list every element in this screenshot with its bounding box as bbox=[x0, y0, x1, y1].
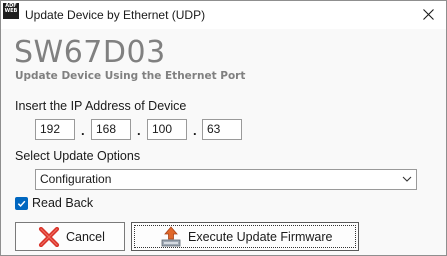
execute-update-firmware-label: Execute Update Firmware bbox=[188, 230, 333, 244]
update-dialog-window: ADF WEB Update Device by Ethernet (UDP) … bbox=[0, 0, 447, 256]
ip-separator: . bbox=[193, 123, 197, 138]
ip-separator: . bbox=[81, 123, 85, 138]
product-name: SW67D03 bbox=[14, 35, 166, 70]
update-options-select[interactable]: Configuration bbox=[35, 169, 417, 190]
ip-octet-1-input[interactable]: 192 bbox=[35, 119, 75, 140]
ip-address-label: Insert the IP Address of Device bbox=[15, 99, 187, 113]
ip-octet-2-input[interactable]: 168 bbox=[91, 119, 131, 140]
execute-update-firmware-button[interactable]: Execute Update Firmware bbox=[131, 222, 359, 251]
window-title: Update Device by Ethernet (UDP) bbox=[25, 8, 206, 22]
dialog-body: SW67D03 Update Device Using the Ethernet… bbox=[1, 29, 446, 255]
cancel-button-label: Cancel bbox=[66, 230, 105, 244]
product-subtitle: Update Device Using the Ethernet Port bbox=[15, 70, 246, 82]
checkmark-icon bbox=[17, 200, 26, 207]
update-options-selected-value: Configuration bbox=[40, 172, 112, 186]
update-options-label: Select Update Options bbox=[15, 149, 141, 163]
close-button[interactable] bbox=[416, 3, 440, 25]
close-icon bbox=[422, 8, 434, 20]
read-back-checkbox[interactable] bbox=[15, 197, 28, 210]
ip-separator: . bbox=[137, 123, 141, 138]
chevron-down-icon bbox=[402, 176, 412, 182]
upload-arrow-icon bbox=[161, 226, 181, 247]
title-bar[interactable]: ADF WEB Update Device by Ethernet (UDP) bbox=[1, 1, 446, 29]
ip-octet-4-input[interactable]: 63 bbox=[202, 119, 242, 140]
app-logo-line-2: WEB bbox=[4, 8, 18, 14]
red-x-icon bbox=[38, 227, 60, 247]
read-back-label[interactable]: Read Back bbox=[32, 196, 93, 210]
ip-octet-3-input[interactable]: 100 bbox=[147, 119, 187, 140]
app-logo-icon: ADF WEB bbox=[3, 3, 19, 19]
cancel-button[interactable]: Cancel bbox=[15, 222, 125, 251]
